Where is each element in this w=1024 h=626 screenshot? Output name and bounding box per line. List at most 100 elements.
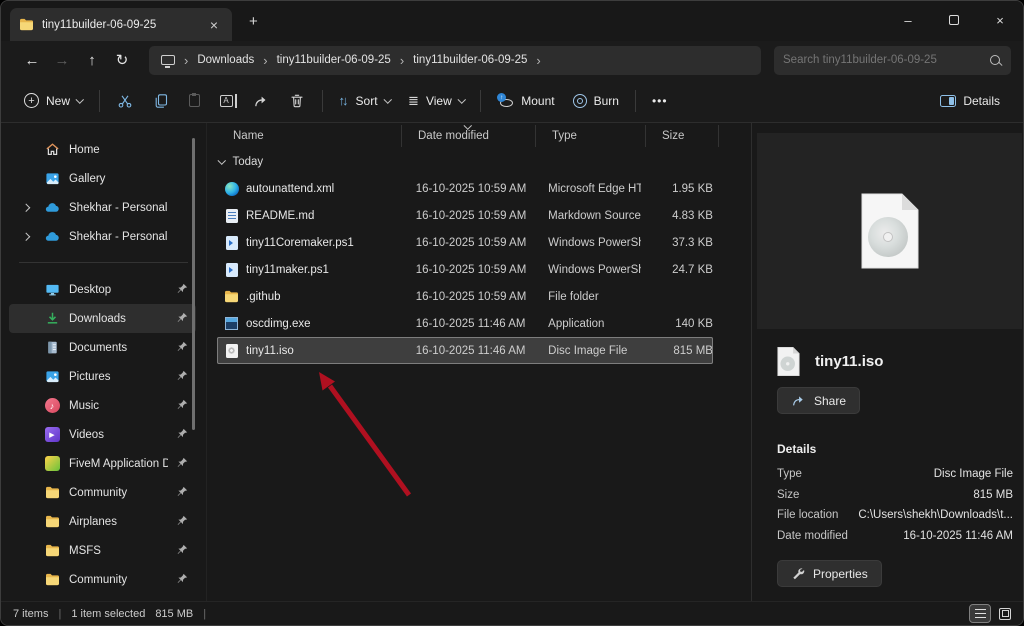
folder-icon	[44, 485, 60, 501]
new-tab-button[interactable]: +	[241, 11, 266, 32]
sidebar-item-gallery[interactable]: Gallery	[9, 164, 196, 193]
details-pane-toggle[interactable]: Details	[931, 88, 1009, 114]
more-options-button[interactable]: •••	[643, 88, 677, 114]
sidebar-item-community-2[interactable]: Community	[9, 565, 196, 594]
burn-button[interactable]: Burn	[564, 88, 628, 114]
mount-button[interactable]: Mount	[488, 87, 563, 114]
new-button[interactable]: + New	[15, 87, 92, 114]
file-type: Windows PowerSh...	[532, 237, 641, 249]
details-view-button[interactable]	[970, 605, 990, 622]
cut-icon	[117, 93, 133, 109]
pin-icon	[177, 544, 188, 558]
status-separator: |	[58, 608, 61, 620]
powershell-file-icon	[224, 262, 239, 277]
sidebar-item-airplanes[interactable]: Airplanes	[9, 507, 196, 536]
list-view-icon	[975, 609, 986, 618]
explorer-tab[interactable]: tiny11builder-06-09-25 ×	[10, 8, 232, 41]
sidebar-item-onedrive-1[interactable]: Shekhar - Personal	[9, 193, 196, 222]
navigation-bar: ← → ↑ ↻ › Downloads › tiny11builder-06-0…	[1, 41, 1023, 79]
file-row-tiny11-iso[interactable]: tiny11.iso 16-10-2025 11:46 AM Disc Imag…	[217, 337, 713, 364]
sidebar-item-msfs[interactable]: MSFS	[9, 536, 196, 565]
paste-button[interactable]	[179, 88, 210, 113]
sidebar-item-downloads[interactable]: Downloads	[9, 304, 196, 333]
edge-file-icon	[224, 181, 239, 196]
file-name: .github	[246, 291, 281, 303]
column-header-name[interactable]: Name	[217, 125, 402, 147]
forward-button[interactable]: →	[47, 52, 77, 69]
file-row-autounattend-xml[interactable]: autounattend.xml 16-10-2025 10:59 AM Mic…	[217, 175, 713, 202]
file-row-tiny11maker-ps1[interactable]: tiny11maker.ps1 16-10-2025 10:59 AM Wind…	[217, 256, 713, 283]
file-row-readme-md[interactable]: README.md 16-10-2025 10:59 AM Markdown S…	[217, 202, 713, 229]
view-lines-icon: ≣	[408, 93, 419, 109]
pin-icon	[177, 341, 188, 355]
large-icons-view-button[interactable]	[995, 605, 1015, 622]
sidebar-item-videos[interactable]: ▶ Videos	[9, 420, 196, 449]
sidebar-item-music[interactable]: ♪ Music	[9, 391, 196, 420]
pin-icon	[177, 283, 188, 297]
more-dots-icon: •••	[652, 94, 668, 108]
share-button-toolbar[interactable]	[243, 87, 279, 115]
up-button[interactable]: ↑	[77, 52, 107, 69]
file-type: File folder	[532, 291, 641, 303]
column-header-type[interactable]: Type	[536, 125, 646, 147]
trash-icon	[289, 93, 305, 109]
properties-button[interactable]: Properties	[777, 560, 882, 587]
cut-button[interactable]	[107, 87, 143, 115]
sidebar-item-onedrive-2[interactable]: Shekhar - Personal	[9, 222, 196, 251]
sidebar-item-community-1[interactable]: Community	[9, 478, 196, 507]
breadcrumb-folder-2[interactable]: tiny11builder-06-09-25	[413, 54, 527, 66]
share-label: Share	[814, 394, 846, 408]
this-pc-icon	[161, 55, 175, 65]
main-area: Home Gallery Shekhar - Personal Shekhar …	[1, 123, 1023, 601]
sidebar-item-home[interactable]: Home	[9, 135, 196, 164]
breadcrumb-separator: ›	[263, 53, 267, 68]
share-button[interactable]: Share	[777, 387, 860, 414]
copy-button[interactable]	[143, 87, 179, 115]
view-label: View	[426, 94, 452, 108]
pin-icon	[177, 428, 188, 442]
column-header-size[interactable]: Size	[646, 125, 719, 147]
tab-close-button[interactable]: ×	[205, 16, 223, 34]
sidebar-scrollbar[interactable]	[192, 138, 195, 430]
refresh-button[interactable]: ↻	[107, 51, 137, 69]
rename-button[interactable]: A	[210, 89, 243, 113]
file-row-oscdimg-exe[interactable]: oscdimg.exe 16-10-2025 11:46 AM Applicat…	[217, 310, 713, 337]
view-button[interactable]: ≣ View	[399, 87, 473, 115]
search-box[interactable]	[774, 46, 1011, 75]
onedrive-cloud-icon	[44, 229, 60, 245]
search-input[interactable]	[783, 54, 989, 66]
delete-button[interactable]	[279, 87, 315, 115]
file-name: tiny11Coremaker.ps1	[246, 237, 354, 249]
field-label: Type	[777, 468, 802, 480]
items-count: 7 items	[13, 608, 48, 620]
sidebar-item-documents[interactable]: Documents	[9, 333, 196, 362]
sidebar-item-label: Pictures	[69, 371, 168, 383]
details-label: Details	[963, 94, 1000, 108]
minimize-button[interactable]: –	[885, 1, 931, 39]
status-separator: |	[203, 608, 206, 620]
file-date: 16-10-2025 11:46 AM	[400, 318, 532, 330]
file-row-github-folder[interactable]: .github 16-10-2025 10:59 AM File folder	[217, 283, 713, 310]
field-value: Disc Image File	[934, 468, 1013, 480]
sidebar-item-fivem[interactable]: FiveM Application Data	[9, 449, 196, 478]
sidebar-item-pictures[interactable]: Pictures	[9, 362, 196, 391]
breadcrumb-downloads[interactable]: Downloads	[197, 54, 254, 66]
chevron-down-icon	[383, 95, 391, 103]
back-button[interactable]: ←	[17, 52, 47, 69]
maximize-button[interactable]	[931, 1, 977, 39]
address-bar[interactable]: › Downloads › tiny11builder-06-09-25 › t…	[149, 46, 761, 75]
pin-icon	[177, 573, 188, 587]
sidebar-item-label: Community	[69, 574, 168, 586]
file-name: autounattend.xml	[246, 183, 334, 195]
sort-button[interactable]: ↑↓ Sort	[330, 87, 400, 114]
group-header-today[interactable]: Today	[207, 149, 751, 175]
breadcrumb-separator: ›	[400, 53, 404, 68]
breadcrumb-folder-1[interactable]: tiny11builder-06-09-25	[277, 54, 391, 66]
file-row-tiny11coremaker-ps1[interactable]: tiny11Coremaker.ps1 16-10-2025 10:59 AM …	[217, 229, 713, 256]
column-header-date-modified[interactable]: Date modified	[402, 125, 536, 147]
close-button[interactable]: ×	[977, 1, 1023, 39]
sidebar-item-desktop[interactable]: Desktop	[9, 275, 196, 304]
pictures-icon	[44, 369, 60, 385]
window-controls: – ×	[885, 1, 1023, 39]
view-toggle-group	[970, 605, 1015, 622]
